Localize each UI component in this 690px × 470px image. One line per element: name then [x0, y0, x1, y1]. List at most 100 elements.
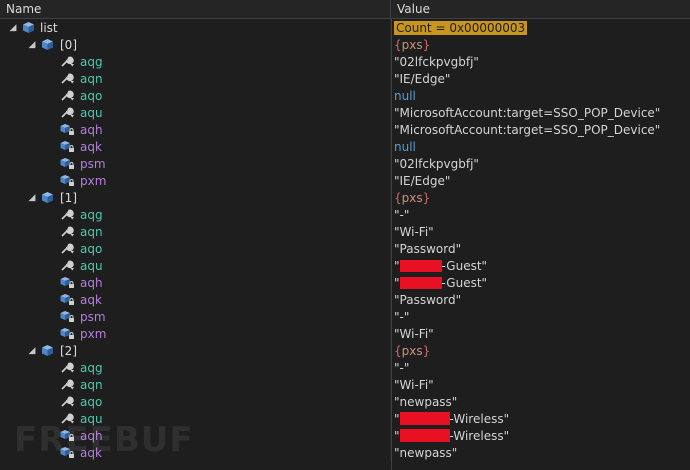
name-cell: ◢ [0] [0, 36, 391, 53]
value-cell[interactable]: "MicrosoftAccount:target=SSO_POP_Device" [391, 121, 690, 138]
member-row[interactable]: aqo "Password" [0, 240, 690, 257]
value-cell[interactable]: " -Guest" [391, 257, 690, 274]
member-row[interactable]: aqh "MicrosoftAccount:target=SSO_POP_Devi… [0, 121, 690, 138]
value-cell[interactable]: "newpass" [391, 393, 690, 410]
value-cell[interactable]: "IE/Edge" [391, 70, 690, 87]
list-item-row[interactable]: ◢ [1] {pxs} [0, 189, 690, 206]
value-text: "Password" [394, 241, 462, 256]
value-text: "02lfckpvgbfj" [394, 156, 479, 171]
value-cell[interactable]: null [391, 87, 690, 104]
wrench-icon [59, 106, 75, 120]
item-name: aqo [80, 88, 103, 103]
value-text: null [394, 88, 416, 103]
value-cell[interactable]: {pxs} [391, 189, 690, 206]
collapse-arrow-icon[interactable]: ◢ [27, 346, 37, 356]
item-name: aqu [80, 258, 103, 273]
name-cell: aqo [0, 87, 391, 104]
value-cell[interactable]: "Wi-Fi" [391, 376, 690, 393]
object-icon [39, 344, 55, 358]
redaction-block [399, 276, 442, 289]
name-cell: aqo [0, 393, 391, 410]
type-value: {pxs} [394, 343, 431, 358]
wrench-icon [59, 378, 75, 392]
value-cell[interactable]: Count = 0x00000003 [391, 19, 690, 36]
item-name: aqn [80, 71, 103, 86]
member-row[interactable]: psm "02lfckpvgbfj" [0, 155, 690, 172]
item-name: aqo [80, 241, 103, 256]
value-text: "Wi-Fi" [394, 377, 434, 392]
value-cell[interactable]: "Wi-Fi" [391, 325, 690, 342]
value-text: -Guest" [441, 275, 488, 290]
value-cell[interactable]: "IE/Edge" [391, 172, 690, 189]
member-row[interactable]: aqg "-" [0, 359, 690, 376]
name-cell: ◢ [2] [0, 342, 391, 359]
wrench-icon [59, 89, 75, 103]
member-row[interactable]: aqh " -Guest" [0, 274, 690, 291]
type-value: {pxs} [394, 37, 431, 52]
item-name: aqk [80, 139, 102, 154]
list-item-row[interactable]: ◢ [0] {pxs} [0, 36, 690, 53]
item-name: aqg [80, 54, 103, 69]
list-item-row[interactable]: ◢ [2] {pxs} [0, 342, 690, 359]
value-cell[interactable]: "Password" [391, 291, 690, 308]
collapse-arrow-icon[interactable]: ◢ [27, 40, 37, 50]
wrench-icon [59, 225, 75, 239]
value-cell[interactable]: {pxs} [391, 342, 690, 359]
property-icon [59, 157, 75, 171]
member-row[interactable]: pxm "Wi-Fi" [0, 325, 690, 342]
value-cell[interactable]: " -Guest" [391, 274, 690, 291]
value-column-header[interactable]: Value [391, 0, 690, 18]
value-cell[interactable]: "02lfckpvgbfj" [391, 155, 690, 172]
item-name: aqh [80, 275, 103, 290]
collapse-arrow-icon[interactable]: ◢ [27, 193, 37, 203]
value-cell[interactable]: "-" [391, 308, 690, 325]
redaction-block [399, 259, 442, 272]
value-cell[interactable]: "-" [391, 359, 690, 376]
value-cell[interactable]: null [391, 138, 690, 155]
collapse-arrow-icon[interactable]: ◢ [8, 23, 18, 33]
name-column-header[interactable]: Name [0, 0, 391, 18]
value-cell[interactable]: "-" [391, 206, 690, 223]
name-cell: psm [0, 155, 391, 172]
item-name: [0] [60, 37, 77, 52]
item-name: pxm [80, 173, 107, 188]
value-cell[interactable]: " -Wireless" [391, 427, 690, 444]
member-row[interactable]: aqn "Wi-Fi" [0, 223, 690, 240]
item-name: aqo [80, 394, 103, 409]
column-header: Name Value [0, 0, 690, 19]
value-cell[interactable]: "Wi-Fi" [391, 223, 690, 240]
value-cell[interactable]: "MicrosoftAccount:target=SSO_POP_Device" [391, 104, 690, 121]
member-row[interactable]: aqu " -Guest" [0, 257, 690, 274]
name-cell: psm [0, 308, 391, 325]
property-icon [59, 276, 75, 290]
value-cell[interactable]: "02lfckpvgbfj" [391, 53, 690, 70]
value-text: "MicrosoftAccount:target=SSO_POP_Device" [394, 105, 661, 120]
value-cell[interactable]: {pxs} [391, 36, 690, 53]
item-name: aqn [80, 224, 103, 239]
root-row[interactable]: ◢ list Count = 0x00000003 [0, 19, 690, 36]
member-row[interactable]: aqk null [0, 138, 690, 155]
value-cell[interactable]: " -Wireless" [391, 410, 690, 427]
member-row[interactable]: aqu "MicrosoftAccount:target=SSO_POP_Devi… [0, 104, 690, 121]
property-icon [59, 310, 75, 324]
object-icon [39, 38, 55, 52]
value-text: "IE/Edge" [394, 71, 451, 86]
member-row[interactable]: aqo "newpass" [0, 393, 690, 410]
name-cell: aqu [0, 104, 391, 121]
member-row[interactable]: aqn "Wi-Fi" [0, 376, 690, 393]
member-row[interactable]: psm "-" [0, 308, 690, 325]
value-text: "newpass" [394, 394, 458, 409]
member-row[interactable]: aqg "02lfckpvgbfj" [0, 53, 690, 70]
value-text: "-" [394, 309, 410, 324]
item-name: aqh [80, 122, 103, 137]
member-row[interactable]: aqo null [0, 87, 690, 104]
member-row[interactable]: pxm "IE/Edge" [0, 172, 690, 189]
value-cell[interactable]: "Password" [391, 240, 690, 257]
member-row[interactable]: aqn "IE/Edge" [0, 70, 690, 87]
name-cell: aqh [0, 121, 391, 138]
member-row[interactable]: aqg "-" [0, 206, 690, 223]
item-name: aqn [80, 377, 103, 392]
member-row[interactable]: aqk "Password" [0, 291, 690, 308]
value-text: "IE/Edge" [394, 173, 451, 188]
value-cell[interactable]: "newpass" [391, 444, 690, 461]
